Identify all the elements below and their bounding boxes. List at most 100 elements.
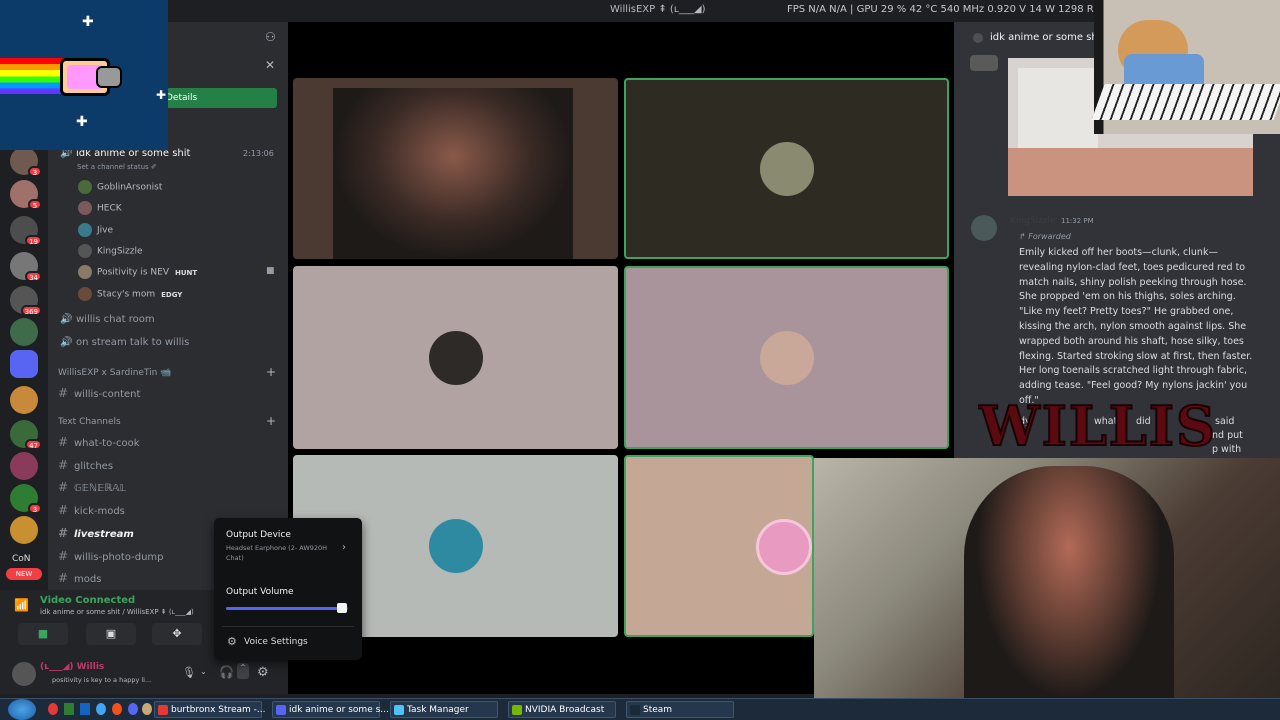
video-tile-speaking[interactable] (624, 266, 949, 449)
voice-member[interactable]: Positivity is NEV HUNT (78, 265, 197, 279)
gear-icon: ⚙ (227, 635, 237, 648)
member-tag: HUNT (175, 268, 198, 277)
server-label[interactable]: CoN (12, 554, 31, 564)
avatar[interactable] (971, 215, 997, 241)
svg-text:WILLIS: WILLIS (978, 395, 1217, 457)
server-icon[interactable] (10, 452, 38, 480)
server-icon[interactable]: 34 (10, 252, 42, 282)
video-tile-speaking[interactable] (624, 455, 814, 637)
message-author[interactable]: KingSizzle (1010, 216, 1056, 226)
text-channel[interactable]: # glitches (58, 458, 113, 472)
add-channel-icon[interactable]: + (266, 414, 276, 428)
server-icon[interactable]: 47 (10, 420, 42, 450)
server-icon[interactable]: 3 (10, 147, 42, 177)
volume-slider-track[interactable] (226, 603, 348, 613)
server-icon[interactable]: 3 (10, 484, 42, 514)
app-icon[interactable] (64, 703, 74, 715)
text-channel[interactable]: # kick-mods (58, 503, 125, 517)
chevron-right-icon[interactable]: › (342, 542, 346, 553)
app-icon[interactable] (80, 703, 90, 715)
taskbar-item[interactable]: idk anime or some s... (272, 701, 389, 718)
activities-button[interactable]: ✥ (152, 623, 202, 645)
start-button[interactable] (8, 699, 36, 720)
app-icon[interactable] (142, 703, 152, 715)
keyboard-cat-overlay (1091, 0, 1280, 134)
voice-status-title: Video Connected (40, 595, 136, 606)
voice-channel[interactable]: 🔊 on stream talk to willis (60, 337, 189, 348)
screen-share-button[interactable]: ▣ (86, 623, 136, 645)
piano-keys (1091, 84, 1280, 120)
volume-slider-fill (226, 607, 342, 610)
video-tile[interactable] (293, 78, 618, 259)
divider (222, 626, 354, 627)
server-icon[interactable] (10, 350, 38, 378)
reaction-avatars[interactable] (970, 55, 998, 71)
headphones-icon[interactable]: 🎧 (219, 665, 234, 679)
signal-icon[interactable]: 📶 (14, 598, 29, 612)
output-volume-label: Output Volume (226, 587, 294, 597)
voice-timer: 2:13:06 (243, 149, 274, 158)
username[interactable]: (ʟ___◢) Willis (40, 662, 104, 672)
app-icon[interactable] (128, 703, 138, 715)
category-header[interactable]: WillisEXP x SardineTin 📹 (58, 368, 171, 378)
chat-bubble-icon (973, 33, 983, 43)
hash-icon: # (58, 435, 69, 449)
avatar (428, 330, 483, 385)
custom-status: positivity is key to a happy li... (52, 676, 152, 684)
voice-member[interactable]: GoblinArsonist (78, 180, 162, 194)
chat-header: idk anime or some shit (990, 32, 1105, 43)
streamer-figure (964, 466, 1174, 720)
app-icon[interactable] (112, 703, 122, 715)
desktop: WillisEXP ⇞ (ʟ___◢) FPS N/A N/A | GPU 29… (0, 0, 1280, 720)
video-tile-speaking[interactable] (624, 78, 949, 259)
channel-status-input[interactable]: Set a channel status ✐ (77, 163, 157, 171)
text-channel[interactable]: # willis-photo-dump (58, 549, 164, 563)
window-titlebar: WillisEXP ⇞ (ʟ___◢) FPS N/A N/A | GPU 29… (0, 0, 1280, 22)
avatar (78, 201, 92, 215)
server-icon[interactable] (10, 318, 38, 346)
message-content: Emily kicked off her boots—clunk, clunk—… (1019, 247, 1253, 406)
volume-slider-handle[interactable] (336, 603, 347, 613)
gpu-stats-overlay: FPS N/A N/A | GPU 29 % 42 °C 540 MHz 0.9… (787, 4, 1109, 15)
text-channel[interactable]: # mods (58, 571, 101, 585)
voice-settings-button[interactable]: Voice Settings (244, 637, 308, 647)
voice-member[interactable]: KingSizzle (78, 244, 143, 258)
voice-member[interactable]: Jive (78, 223, 113, 237)
text-channel-active[interactable]: # livestream (58, 526, 134, 540)
taskbar-item[interactable]: Steam (626, 701, 734, 718)
server-icon[interactable] (10, 516, 38, 544)
video-tile[interactable] (293, 266, 618, 449)
gear-icon[interactable]: ⚙ (257, 665, 269, 680)
voice-member[interactable]: HECK (78, 201, 122, 215)
microphone-icon[interactable]: 🎙 (182, 666, 196, 679)
server-icon[interactable]: 19 (10, 216, 42, 246)
camera-toggle-button[interactable]: ■ (18, 623, 68, 645)
avatar (78, 223, 92, 237)
chevron-up-icon[interactable]: ⌃ (237, 663, 249, 679)
chevron-down-icon[interactable]: ⌄ (200, 667, 207, 676)
text-channel[interactable]: # 𝔾𝔼ℕ𝔼ℝ𝔸𝕃 (58, 480, 126, 494)
voice-channel[interactable]: 🔊 willis chat room (60, 314, 155, 325)
app-icon[interactable] (48, 703, 58, 715)
audio-output-popup: Output Device Headset Earphone (2- AW920… (214, 518, 362, 660)
avatar[interactable] (12, 662, 36, 686)
text-channel[interactable]: # willis-content (58, 386, 140, 400)
taskbar-item[interactable]: burtbronx Stream -... (154, 701, 266, 718)
server-icon[interactable]: 369 (10, 286, 42, 316)
server-icon[interactable] (10, 386, 38, 414)
room-floor (1008, 148, 1253, 196)
voice-status-subtitle[interactable]: idk anime or some shit / WillisEXP ⇞ (ʟ_… (40, 608, 194, 616)
close-icon[interactable]: ✕ (265, 58, 275, 72)
taskbar-item[interactable]: NVIDIA Broadcast (508, 701, 616, 718)
taskbar-item[interactable]: Task Manager (390, 701, 498, 718)
server-icon[interactable]: 5 (10, 180, 42, 210)
details-button[interactable]: Details (166, 88, 277, 108)
add-channel-icon[interactable]: + (266, 365, 276, 379)
text-channel[interactable]: # what-to-cook (58, 435, 140, 449)
webcam-feed (333, 88, 573, 259)
voice-member[interactable]: Stacy's mom EDGY (78, 287, 182, 301)
app-icon[interactable] (96, 703, 106, 715)
output-device-select[interactable]: Headset Earphone (2- AW920H Chat) (226, 543, 336, 563)
category-header[interactable]: Text Channels (58, 417, 121, 427)
invite-icon[interactable]: ⚇ (265, 30, 276, 44)
